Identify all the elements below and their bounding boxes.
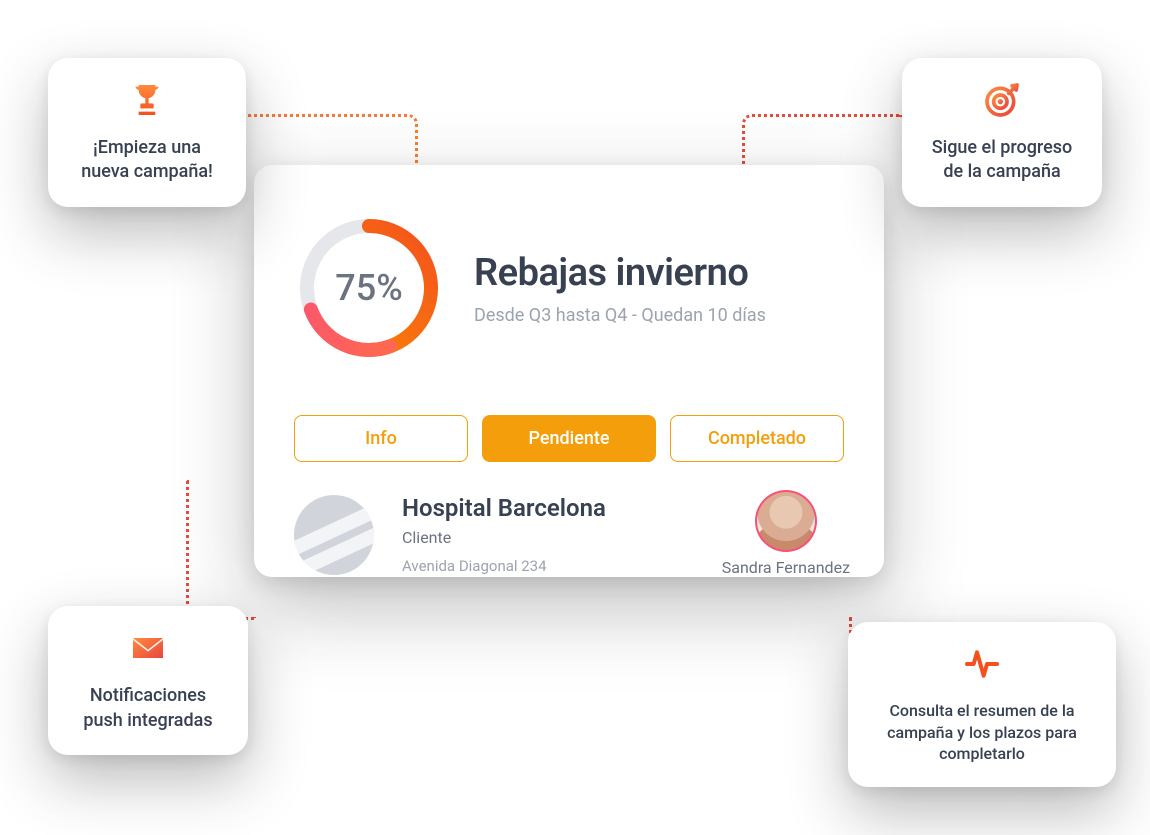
campaign-title: Rebajas invierno: [474, 251, 844, 295]
client-name: Hospital Barcelona: [402, 494, 694, 522]
client-row: Hospital Barcelona Cliente Avenida Diago…: [294, 492, 844, 577]
envelope-icon: [128, 628, 168, 672]
callout-label: Consulta el resumen de la campaña y los …: [872, 700, 1092, 765]
target-icon: [982, 80, 1022, 124]
connector-bottom-left: [186, 480, 256, 620]
trophy-icon: [127, 80, 167, 124]
client-logo: [294, 495, 374, 575]
callout-new-campaign: ¡Empieza una nueva campaña!: [48, 58, 246, 207]
progress-ring: 75%: [294, 213, 444, 363]
assignee-name: Sandra Fernandez: [722, 558, 850, 577]
callout-label: Sigue el progreso de la campaña: [926, 136, 1078, 185]
assignee-avatar[interactable]: [757, 492, 815, 550]
assignee-block: Sandra Fernandez: [722, 492, 850, 577]
activity-icon: [962, 644, 1002, 688]
campaign-subtitle: Desde Q3 hasta Q4 - Quedan 10 días: [474, 305, 844, 326]
callout-label: ¡Empieza una nueva campaña!: [72, 136, 222, 185]
callout-label: Notificaciones push integradas: [72, 684, 224, 733]
progress-value: 75%: [294, 213, 444, 363]
tab-pending[interactable]: Pendiente: [482, 415, 656, 462]
tab-info[interactable]: Info: [294, 415, 468, 462]
tab-completed[interactable]: Completado: [670, 415, 844, 462]
campaign-card: 75% Rebajas invierno Desde Q3 hasta Q4 -…: [254, 165, 884, 577]
callout-track-progress: Sigue el progreso de la campaña: [902, 58, 1102, 207]
callout-push-notifications: Notificaciones push integradas: [48, 606, 248, 755]
client-role: Cliente: [402, 528, 694, 547]
campaign-tabs: Info Pendiente Completado: [294, 415, 844, 462]
callout-summary-deadlines: Consulta el resumen de la campaña y los …: [848, 622, 1116, 787]
client-address: Avenida Diagonal 234: [402, 557, 694, 575]
